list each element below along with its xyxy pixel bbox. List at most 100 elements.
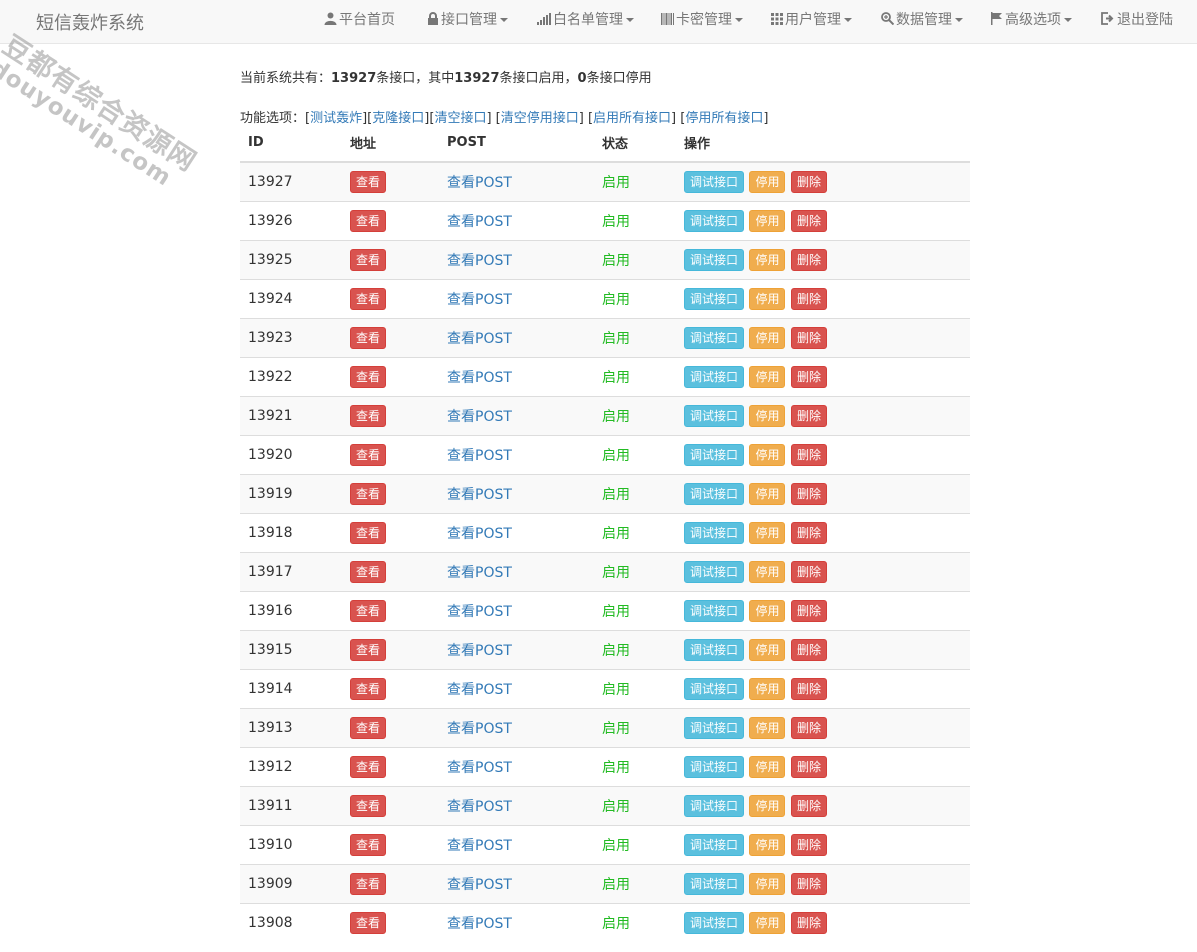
disable-button[interactable]: 停用 xyxy=(749,638,786,661)
disable-button[interactable]: 停用 xyxy=(749,521,786,544)
view-address-button[interactable]: 查看 xyxy=(350,170,387,193)
debug-interface-button[interactable]: 调试接口 xyxy=(684,248,745,271)
view-address-button[interactable]: 查看 xyxy=(350,716,387,739)
view-post-link[interactable]: 查看POST xyxy=(447,916,512,932)
view-post-link[interactable]: 查看POST xyxy=(447,799,512,815)
disable-button[interactable]: 停用 xyxy=(749,755,786,778)
debug-interface-button[interactable]: 调试接口 xyxy=(684,287,745,310)
nav-logout[interactable]: 退出登陆 xyxy=(1101,0,1173,44)
view-post-link[interactable]: 查看POST xyxy=(447,682,512,698)
delete-button[interactable]: 删除 xyxy=(790,209,827,232)
view-address-button[interactable]: 查看 xyxy=(350,911,387,934)
view-address-button[interactable]: 查看 xyxy=(350,638,387,661)
view-post-link[interactable]: 查看POST xyxy=(447,175,512,191)
disable-button[interactable]: 停用 xyxy=(749,716,786,739)
view-post-link[interactable]: 查看POST xyxy=(447,253,512,269)
debug-interface-button[interactable]: 调试接口 xyxy=(684,209,745,232)
disable-button[interactable]: 停用 xyxy=(749,443,786,466)
delete-button[interactable]: 删除 xyxy=(790,326,827,349)
disable-button[interactable]: 停用 xyxy=(749,560,786,583)
debug-interface-button[interactable]: 调试接口 xyxy=(684,911,745,934)
view-post-link[interactable]: 查看POST xyxy=(447,604,512,620)
disable-button[interactable]: 停用 xyxy=(749,677,786,700)
debug-interface-button[interactable]: 调试接口 xyxy=(684,755,745,778)
view-post-link[interactable]: 查看POST xyxy=(447,448,512,464)
delete-button[interactable]: 删除 xyxy=(790,599,827,622)
view-address-button[interactable]: 查看 xyxy=(350,248,387,271)
disable-button[interactable]: 停用 xyxy=(749,599,786,622)
view-address-button[interactable]: 查看 xyxy=(350,599,387,622)
debug-interface-button[interactable]: 调试接口 xyxy=(684,170,745,193)
nav-user-manage[interactable]: 用户管理 xyxy=(771,0,852,44)
view-address-button[interactable]: 查看 xyxy=(350,833,387,856)
delete-button[interactable]: 删除 xyxy=(790,872,827,895)
debug-interface-button[interactable]: 调试接口 xyxy=(684,326,745,349)
delete-button[interactable]: 删除 xyxy=(790,521,827,544)
nav-card-manage[interactable]: 卡密管理 xyxy=(661,0,743,44)
debug-interface-button[interactable]: 调试接口 xyxy=(684,872,745,895)
view-address-button[interactable]: 查看 xyxy=(350,794,387,817)
nav-data-manage[interactable]: 数据管理 xyxy=(881,0,963,44)
debug-interface-button[interactable]: 调试接口 xyxy=(684,443,745,466)
debug-interface-button[interactable]: 调试接口 xyxy=(684,716,745,739)
nav-home[interactable]: 平台首页 xyxy=(324,0,395,44)
debug-interface-button[interactable]: 调试接口 xyxy=(684,677,745,700)
delete-button[interactable]: 删除 xyxy=(790,794,827,817)
view-address-button[interactable]: 查看 xyxy=(350,560,387,583)
view-post-link[interactable]: 查看POST xyxy=(447,721,512,737)
disable-button[interactable]: 停用 xyxy=(749,326,786,349)
disable-button[interactable]: 停用 xyxy=(749,833,786,856)
debug-interface-button[interactable]: 调试接口 xyxy=(684,404,745,427)
view-post-link[interactable]: 查看POST xyxy=(447,370,512,386)
delete-button[interactable]: 删除 xyxy=(790,716,827,739)
delete-button[interactable]: 删除 xyxy=(790,248,827,271)
debug-interface-button[interactable]: 调试接口 xyxy=(684,638,745,661)
disable-button[interactable]: 停用 xyxy=(749,404,786,427)
delete-button[interactable]: 删除 xyxy=(790,170,827,193)
delete-button[interactable]: 删除 xyxy=(790,833,827,856)
disable-button[interactable]: 停用 xyxy=(749,482,786,505)
view-post-link[interactable]: 查看POST xyxy=(447,838,512,854)
debug-interface-button[interactable]: 调试接口 xyxy=(684,794,745,817)
view-address-button[interactable]: 查看 xyxy=(350,482,387,505)
view-post-link[interactable]: 查看POST xyxy=(447,487,512,503)
view-post-link[interactable]: 查看POST xyxy=(447,877,512,893)
disable-button[interactable]: 停用 xyxy=(749,287,786,310)
view-post-link[interactable]: 查看POST xyxy=(447,331,512,347)
view-post-link[interactable]: 查看POST xyxy=(447,643,512,659)
view-post-link[interactable]: 查看POST xyxy=(447,760,512,776)
nav-whitelist-manage[interactable]: 白名单管理 xyxy=(537,0,634,44)
view-post-link[interactable]: 查看POST xyxy=(447,526,512,542)
delete-button[interactable]: 删除 xyxy=(790,443,827,466)
view-post-link[interactable]: 查看POST xyxy=(447,565,512,581)
view-post-link[interactable]: 查看POST xyxy=(447,409,512,425)
disable-button[interactable]: 停用 xyxy=(749,911,786,934)
debug-interface-button[interactable]: 调试接口 xyxy=(684,599,745,622)
debug-interface-button[interactable]: 调试接口 xyxy=(684,521,745,544)
view-address-button[interactable]: 查看 xyxy=(350,872,387,895)
delete-button[interactable]: 删除 xyxy=(790,911,827,934)
delete-button[interactable]: 删除 xyxy=(790,482,827,505)
view-address-button[interactable]: 查看 xyxy=(350,443,387,466)
disable-button[interactable]: 停用 xyxy=(749,365,786,388)
delete-button[interactable]: 删除 xyxy=(790,677,827,700)
view-post-link[interactable]: 查看POST xyxy=(447,214,512,230)
nav-interface-manage[interactable]: 接口管理 xyxy=(427,0,508,44)
delete-button[interactable]: 删除 xyxy=(790,755,827,778)
app-brand[interactable]: 短信轰炸系统 xyxy=(36,9,144,35)
disable-button[interactable]: 停用 xyxy=(749,794,786,817)
view-address-button[interactable]: 查看 xyxy=(350,521,387,544)
delete-button[interactable]: 删除 xyxy=(790,404,827,427)
disable-button[interactable]: 停用 xyxy=(749,170,786,193)
view-address-button[interactable]: 查看 xyxy=(350,287,387,310)
disable-button[interactable]: 停用 xyxy=(749,872,786,895)
disable-button[interactable]: 停用 xyxy=(749,209,786,232)
view-address-button[interactable]: 查看 xyxy=(350,404,387,427)
view-post-link[interactable]: 查看POST xyxy=(447,292,512,308)
delete-button[interactable]: 删除 xyxy=(790,287,827,310)
delete-button[interactable]: 删除 xyxy=(790,638,827,661)
view-address-button[interactable]: 查看 xyxy=(350,755,387,778)
view-address-button[interactable]: 查看 xyxy=(350,365,387,388)
view-address-button[interactable]: 查看 xyxy=(350,677,387,700)
delete-button[interactable]: 删除 xyxy=(790,560,827,583)
